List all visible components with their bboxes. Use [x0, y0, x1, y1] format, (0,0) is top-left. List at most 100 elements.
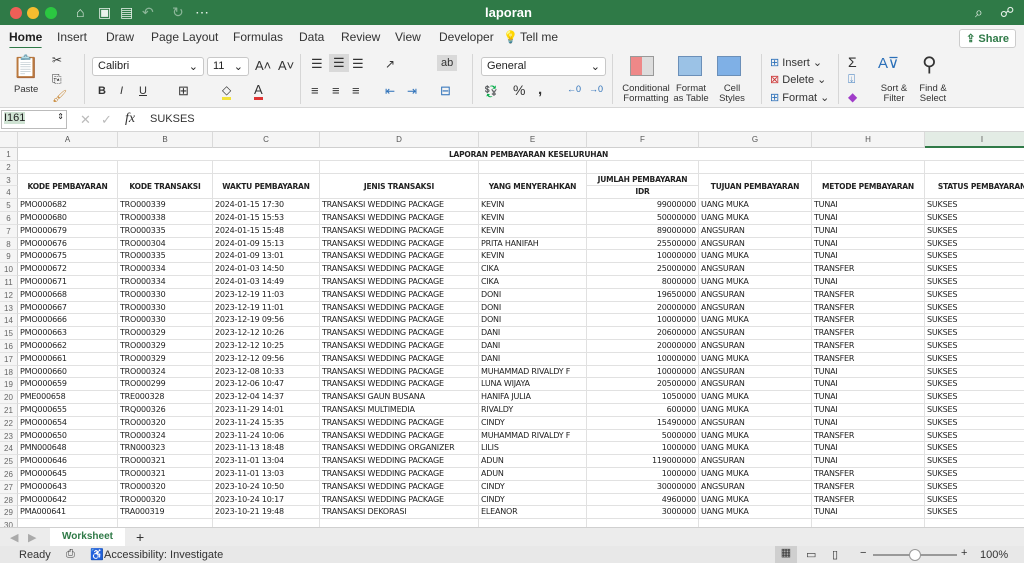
table-cell[interactable]: TRANSFER — [812, 288, 925, 302]
share-button[interactable]: ⇪ Share — [959, 29, 1016, 48]
tab-home[interactable]: Home — [9, 30, 43, 50]
table-cell[interactable]: 2024-01-15 15:48 — [213, 224, 320, 238]
table-cell[interactable]: ANGSURAN — [699, 263, 812, 276]
table-cell[interactable]: 2024-01-03 14:49 — [213, 276, 320, 289]
table-cell[interactable]: 25000000 — [587, 263, 699, 276]
table-cell[interactable]: 2023-10-21 19:48 — [213, 506, 320, 520]
table-cell[interactable]: TRO000330 — [118, 314, 213, 328]
table-cell[interactable]: TRANSFER — [812, 480, 925, 494]
tab-view[interactable]: View — [395, 30, 421, 44]
table-cell[interactable]: UANG MUKA — [699, 442, 812, 456]
delete-cells-button[interactable]: ⊠ Delete ⌄ — [770, 73, 826, 86]
table-cell[interactable]: 2024-01-03 14:50 — [213, 263, 320, 276]
table-cell[interactable]: TRANSAKSI WEDDING PACKAGE — [320, 480, 479, 494]
table-cell[interactable]: TRA000319 — [118, 506, 213, 520]
conditional-formatting-icon[interactable] — [630, 56, 654, 76]
table-cell[interactable]: ANGSURAN — [699, 237, 812, 251]
table-cell[interactable]: TRO000335 — [118, 250, 213, 264]
table-cell[interactable]: 25500000 — [587, 237, 699, 251]
table-cell[interactable]: TRANSAKSI WEDDING ORGANIZER — [320, 442, 479, 456]
empty-cell[interactable] — [699, 160, 812, 174]
table-cell[interactable]: UANG MUKA — [699, 250, 812, 264]
empty-cell[interactable] — [479, 519, 587, 527]
table-cell[interactable]: TRANSAKSI DEKORASI — [320, 506, 479, 520]
autosum-icon[interactable]: Σ — [848, 54, 857, 70]
tab-draw[interactable]: Draw — [106, 30, 134, 44]
table-cell[interactable]: 2023-12-04 14:37 — [213, 391, 320, 404]
table-cell[interactable]: TRANSAKSI WEDDING PACKAGE — [320, 314, 479, 328]
column-header-d[interactable]: D — [320, 132, 479, 148]
table-cell[interactable]: TRO000320 — [118, 493, 213, 507]
table-cell[interactable]: TRO000334 — [118, 263, 213, 276]
font-size-select[interactable]: 11 ⌄ — [207, 57, 249, 76]
row-header-21[interactable]: 21 — [0, 404, 18, 417]
table-cell[interactable]: ANGSURAN — [699, 224, 812, 238]
find-select-icon[interactable]: ⚲ — [922, 52, 937, 77]
align-middle-icon[interactable]: ☰ — [329, 54, 349, 72]
align-bottom-icon[interactable]: ☰ — [352, 56, 364, 72]
column-header-b[interactable]: B — [118, 132, 213, 148]
table-cell[interactable]: ANGSURAN — [699, 378, 812, 392]
table-cell[interactable]: SUKSES — [925, 455, 1024, 468]
table-cell[interactable]: UANG MUKA — [699, 506, 812, 520]
empty-cell[interactable] — [118, 160, 213, 174]
table-cell[interactable]: 20600000 — [587, 327, 699, 340]
table-cell[interactable]: TUNAI — [812, 212, 925, 225]
table-cell[interactable]: 20500000 — [587, 378, 699, 392]
table-cell[interactable]: DONI — [479, 288, 587, 302]
table-cell[interactable]: SUKSES — [925, 378, 1024, 392]
table-cell[interactable]: 99000000 — [587, 199, 699, 212]
add-sheet-button[interactable]: + — [136, 529, 144, 545]
enter-icon[interactable]: ✓ — [101, 112, 112, 128]
empty-cell[interactable] — [812, 519, 925, 527]
increase-indent-icon[interactable]: ⇥ — [407, 84, 417, 98]
table-cell[interactable]: TRO000329 — [118, 352, 213, 366]
page-layout-view-icon[interactable]: ▭ — [806, 548, 816, 561]
format-cells-button[interactable]: ⊞ Format ⌄ — [770, 91, 829, 104]
table-cell[interactable]: DANI — [479, 340, 587, 353]
table-cell[interactable]: 2023-12-12 09:56 — [213, 352, 320, 366]
select-all-corner[interactable] — [0, 132, 18, 148]
empty-cell[interactable] — [587, 519, 699, 527]
table-cell[interactable]: UANG MUKA — [699, 493, 812, 507]
table-cell[interactable]: 2023-10-24 10:50 — [213, 480, 320, 494]
align-center-icon[interactable]: ≡ — [332, 83, 340, 98]
table-cell[interactable]: TUNAI — [812, 455, 925, 468]
table-cell[interactable]: PMO000662 — [18, 340, 118, 353]
table-cell[interactable]: SUKSES — [925, 506, 1024, 520]
table-cell[interactable]: TRANSFER — [812, 468, 925, 481]
table-cell[interactable]: SUKSES — [925, 225, 1024, 238]
table-cell[interactable]: PMO000676 — [18, 237, 118, 251]
table-cell[interactable]: SUKSES — [925, 417, 1024, 430]
table-cell[interactable]: PMO000675 — [18, 250, 118, 264]
sheet-tab-worksheet[interactable]: Worksheet — [50, 528, 125, 546]
insert-function-button[interactable]: fx — [125, 111, 135, 127]
table-cell[interactable]: TRANSAKSI WEDDING PACKAGE — [320, 468, 479, 481]
table-cell[interactable]: 2024-01-09 13:01 — [213, 250, 320, 264]
table-cell[interactable]: 5000000 — [587, 429, 699, 443]
column-header-i[interactable]: I — [925, 132, 1024, 148]
table-cell[interactable]: ANGSURAN — [699, 327, 812, 340]
table-cell[interactable]: TRQ000326 — [118, 404, 213, 417]
row-header-29[interactable]: 29 — [0, 506, 18, 520]
row-header-6[interactable]: 6 — [0, 212, 18, 225]
table-cell[interactable]: PME000658 — [18, 391, 118, 404]
format-as-table-button[interactable]: Format as Table — [673, 84, 709, 104]
table-cell[interactable]: PMO000667 — [18, 301, 118, 315]
table-cell[interactable]: TRANSAKSI WEDDING PACKAGE — [320, 365, 479, 379]
table-cell[interactable]: 19650000 — [587, 288, 699, 302]
table-cell[interactable]: ANGSURAN — [699, 455, 812, 468]
table-cell[interactable]: 2023-11-24 15:35 — [213, 416, 320, 430]
table-cell[interactable]: 2023-12-12 10:25 — [213, 340, 320, 353]
table-cell[interactable]: 3000000 — [587, 506, 699, 520]
table-cell[interactable]: 20000000 — [587, 340, 699, 353]
row-header-27[interactable]: 27 — [0, 480, 18, 494]
table-cell[interactable]: TRO000324 — [118, 429, 213, 443]
wrap-text-icon[interactable]: ab — [437, 55, 458, 71]
zoom-window-button[interactable] — [45, 7, 57, 19]
zoom-slider-handle[interactable] — [909, 549, 921, 561]
accounting-format-icon[interactable]: 💱 — [484, 85, 498, 98]
row-header-25[interactable]: 25 — [0, 455, 18, 468]
table-cell[interactable]: PMO000645 — [18, 468, 118, 481]
row-header-13[interactable]: 13 — [0, 301, 18, 315]
